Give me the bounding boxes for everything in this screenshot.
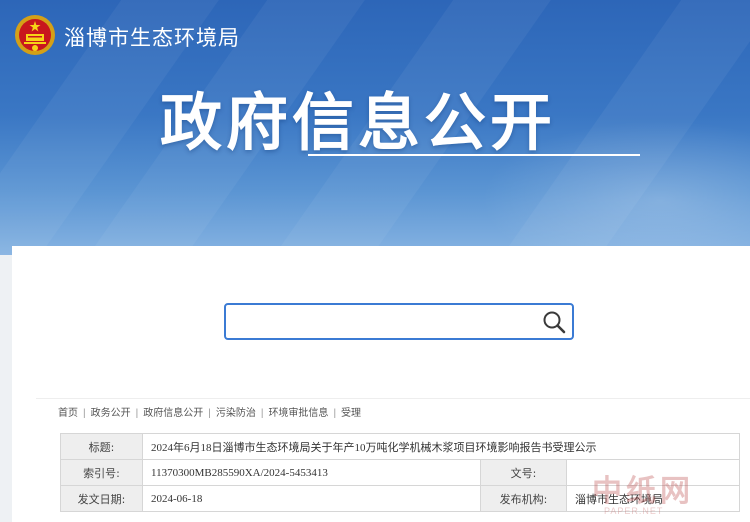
breadcrumb-item-accept[interactable]: 受理 (341, 404, 361, 419)
date-label: 发文日期: (60, 485, 143, 512)
breadcrumb-item-pollution[interactable]: 污染防治 (216, 404, 256, 419)
docno-label: 文号: (480, 459, 567, 486)
breadcrumb-item-home[interactable]: 首页 (58, 404, 78, 419)
search-input[interactable] (234, 309, 534, 334)
index-label: 索引号: (60, 459, 143, 486)
breadcrumb-item-info-disclosure[interactable]: 政府信息公开 (143, 404, 203, 419)
search-box (224, 303, 574, 340)
site-name[interactable]: 淄博市生态环境局 (64, 22, 240, 52)
breadcrumb: 首页 | 政务公开 | 政府信息公开 | 污染防治 | 环境审批信息 | 受理 (58, 404, 361, 419)
title-label: 标题: (60, 433, 143, 460)
title-underline (308, 154, 640, 156)
breadcrumb-item-gov-affairs[interactable]: 政务公开 (91, 404, 131, 419)
national-emblem-icon (15, 15, 55, 55)
watermark-logo: 中纸网 (592, 474, 694, 509)
breadcrumb-separator: | (260, 408, 264, 419)
breadcrumb-separator: | (83, 408, 86, 419)
search-icon[interactable] (540, 308, 568, 336)
index-value: 11370300MB285590XA/2024-5453413 (142, 459, 481, 486)
breadcrumb-separator: | (333, 408, 337, 419)
breadcrumb-separator: | (135, 408, 139, 419)
breadcrumb-separator: | (208, 408, 211, 419)
org-label: 发布机构: (480, 485, 567, 512)
title-value: 2024年6月18日淄博市生态环境局关于年产10万吨化学机械木浆项目环境影响报告… (142, 433, 740, 460)
page-title: 政府信息公开 (160, 86, 557, 159)
breadcrumb-item-approval[interactable]: 环境审批信息 (268, 404, 328, 419)
header-banner: 淄博市生态环境局 政府信息公开 (0, 0, 750, 255)
table-row: 标题: 2024年6月18日淄博市生态环境局关于年产10万吨化学机械木浆项目环境… (60, 433, 740, 460)
watermark-sub: PAPER.NET (604, 506, 664, 516)
date-value: 2024-06-18 (142, 485, 481, 512)
